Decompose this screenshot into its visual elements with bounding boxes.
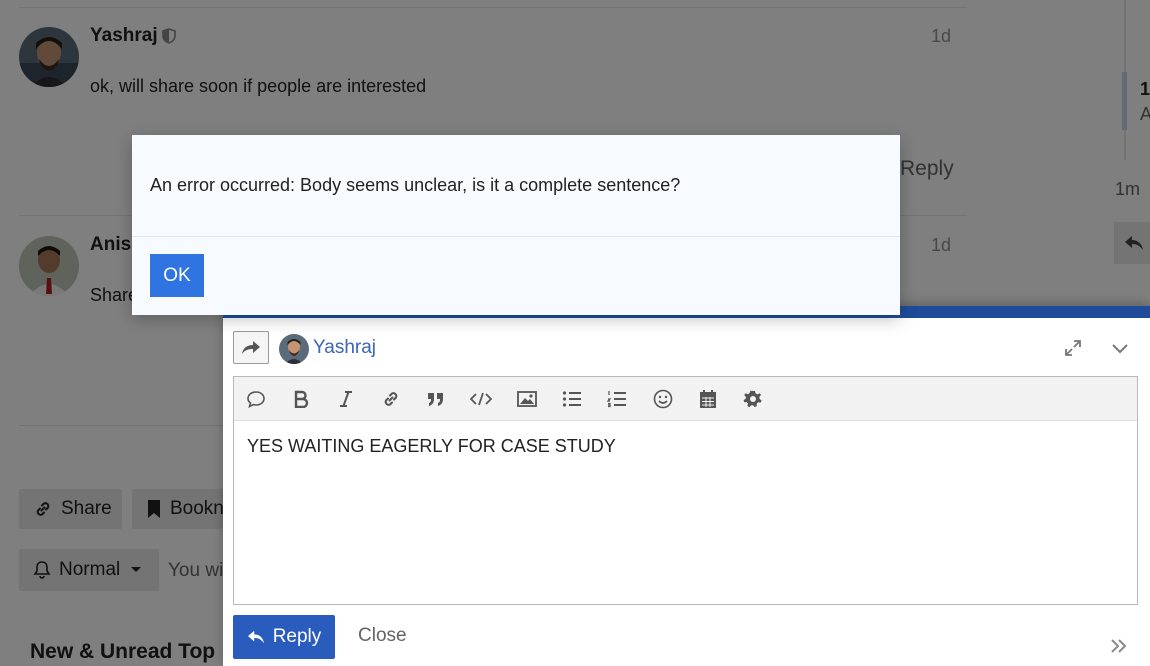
calendar-icon[interactable] [695, 387, 721, 411]
editor-body[interactable]: YES WAITING EAGERLY FOR CASE STUDY [247, 436, 616, 457]
link-icon[interactable] [378, 387, 404, 411]
bold-icon[interactable] [288, 387, 314, 411]
collapse-chevron-icon[interactable] [1110, 338, 1130, 363]
gear-icon[interactable] [740, 387, 766, 411]
double-chevron-right-icon[interactable] [1110, 638, 1128, 659]
composer-avatar [279, 334, 309, 364]
image-icon[interactable] [514, 387, 540, 411]
error-message: An error occurred: Body seems unclear, i… [150, 175, 681, 195]
reply-composer: Yashraj YES WAITING EAGERLY FOR CASE STU… [223, 306, 1150, 666]
numbered-list-icon[interactable] [604, 387, 630, 411]
ok-button[interactable]: OK [150, 254, 204, 297]
error-dialog: An error occurred: Body seems unclear, i… [132, 135, 900, 315]
share-arrow-icon [242, 340, 260, 354]
blockquote-icon[interactable] [423, 387, 449, 411]
code-icon[interactable] [468, 387, 494, 411]
dialog-divider [132, 236, 900, 237]
submit-reply-button[interactable]: Reply [233, 615, 335, 659]
expand-icon[interactable] [1063, 338, 1083, 363]
italic-icon[interactable] [333, 387, 359, 411]
close-composer-link[interactable]: Close [358, 625, 407, 647]
editor: YES WAITING EAGERLY FOR CASE STUDY [233, 376, 1138, 605]
reply-icon [247, 630, 264, 644]
editor-toolbar [234, 377, 1137, 421]
quote-bubble-icon[interactable] [243, 387, 269, 411]
composer-username[interactable]: Yashraj [313, 337, 376, 359]
bullet-list-icon[interactable] [559, 387, 585, 411]
composer-action-button[interactable] [233, 331, 269, 364]
submit-reply-label: Reply [272, 626, 322, 647]
emoji-icon[interactable] [650, 387, 676, 411]
